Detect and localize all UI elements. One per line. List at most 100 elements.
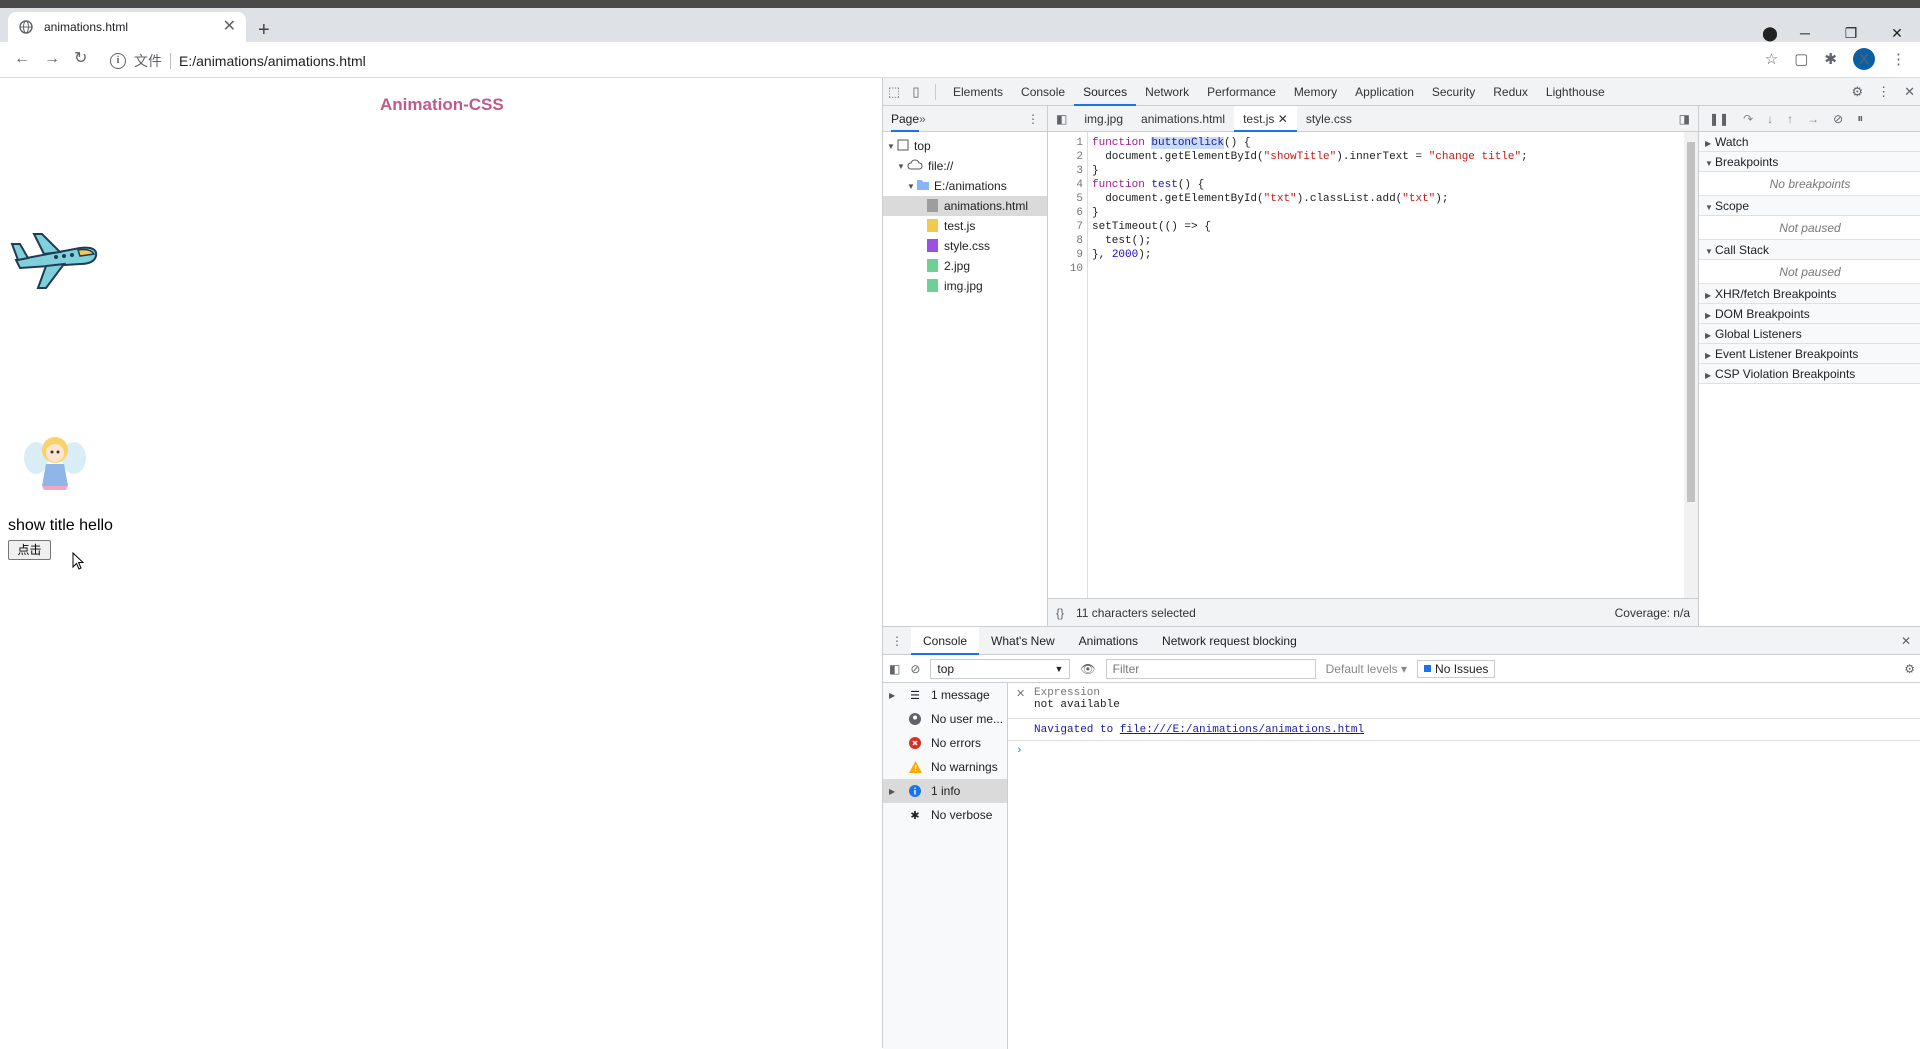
csp-violation-breakpoints-section[interactable]: ▶ CSP Violation Breakpoints: [1699, 364, 1920, 384]
tree-item-img-jpg[interactable]: img.jpg: [883, 276, 1047, 296]
drawer-tab-console[interactable]: Console: [911, 626, 980, 655]
reload-icon[interactable]: ↻: [74, 51, 87, 67]
url-text[interactable]: E:/animations/animations.html: [179, 53, 366, 69]
toggle-navigator-icon[interactable]: ◧: [1048, 112, 1075, 126]
eye-icon[interactable]: 👁: [1080, 662, 1095, 676]
watch-section[interactable]: ▶ Watch: [1699, 132, 1920, 152]
tree-item-animations-html[interactable]: animations.html: [883, 196, 1047, 216]
pause-on-exceptions-icon[interactable]: ⏸: [1857, 111, 1863, 126]
back-icon[interactable]: ←: [14, 51, 30, 67]
drawer-menu-icon[interactable]: ⋮: [883, 634, 911, 648]
tab-sources[interactable]: Sources: [1074, 78, 1137, 106]
info-icon[interactable]: i: [110, 53, 126, 69]
tree-item-2-jpg[interactable]: 2.jpg: [883, 256, 1047, 276]
remove-expression-icon[interactable]: ✕: [1016, 687, 1025, 700]
sidebar-item-errors[interactable]: No errors: [883, 731, 1007, 755]
browser-tab[interactable]: animations.html ✕: [8, 12, 246, 42]
tree-item-top[interactable]: ▼ top: [883, 136, 1047, 156]
step-into-icon[interactable]: ↓: [1767, 112, 1773, 126]
editor-tab-test-js[interactable]: test.js ✕: [1234, 105, 1297, 132]
clear-console-icon[interactable]: ⊘: [910, 662, 920, 676]
navigated-link[interactable]: file:///E:/animations/animations.html: [1120, 724, 1364, 736]
tab-security[interactable]: Security: [1423, 78, 1484, 106]
console-prompt[interactable]: ›: [1008, 741, 1920, 761]
sidebar-item-user-messages[interactable]: No user me...: [883, 707, 1007, 731]
puzzle-icon[interactable]: ✱: [1824, 50, 1837, 68]
tab-console[interactable]: Console: [1012, 78, 1074, 106]
sidebar-item-messages[interactable]: ▶ ☰ 1 message: [883, 683, 1007, 707]
global-listeners-section[interactable]: ▶ Global Listeners: [1699, 324, 1920, 344]
step-icon[interactable]: →: [1807, 112, 1819, 126]
close-editor-tab-icon[interactable]: ✕: [1278, 112, 1288, 126]
code-line: document.getElementById("showTitle").inn…: [1092, 151, 1528, 163]
xhr-breakpoints-section[interactable]: ▶ XHR/fetch Breakpoints: [1699, 284, 1920, 304]
click-button[interactable]: 点击: [8, 540, 51, 560]
star-icon[interactable]: ☆: [1765, 50, 1778, 68]
editor-tab-img-jpg[interactable]: img.jpg: [1075, 106, 1132, 132]
navigator-menu-icon[interactable]: ⋮: [1027, 112, 1039, 126]
close-tab-icon[interactable]: ✕: [223, 19, 236, 35]
step-over-icon[interactable]: ↷: [1743, 112, 1753, 126]
drawer-tab-animations[interactable]: Animations: [1067, 627, 1150, 655]
code-line: setTimeout(() => {: [1092, 221, 1211, 233]
tree-item-style-css[interactable]: style.css: [883, 236, 1047, 256]
forward-icon[interactable]: →: [44, 51, 60, 67]
menu-icon[interactable]: ⋮: [1891, 50, 1906, 68]
tab-page[interactable]: Page: [891, 106, 920, 132]
context-selector[interactable]: top ▼: [930, 658, 1071, 679]
sidebar-toggle-icon[interactable]: ◧: [889, 662, 900, 676]
pretty-print-icon[interactable]: {}: [1056, 606, 1064, 620]
gear-icon[interactable]: ⚙: [1851, 84, 1863, 100]
console-settings-icon[interactable]: ⚙: [1904, 662, 1915, 676]
sidebar-item-verbose[interactable]: ✱ No verbose: [883, 803, 1007, 827]
tab-memory[interactable]: Memory: [1285, 78, 1346, 106]
editor-scrollbar[interactable]: [1684, 132, 1698, 598]
issues-button[interactable]: No Issues: [1417, 659, 1496, 678]
breakpoints-section[interactable]: ▼ Breakpoints: [1699, 152, 1920, 172]
scope-section[interactable]: ▼ Scope: [1699, 196, 1920, 216]
editor-tab-animations-html[interactable]: animations.html: [1132, 106, 1234, 132]
toggle-debugger-icon[interactable]: ◨: [1671, 112, 1698, 126]
device-toolbar-icon[interactable]: ▯: [905, 84, 927, 100]
more-options-icon[interactable]: ⋮: [1877, 84, 1890, 100]
drawer-tab-network-blocking[interactable]: Network request blocking: [1150, 627, 1309, 655]
close-devtools-icon[interactable]: ✕: [1904, 84, 1915, 100]
deactivate-breakpoints-icon[interactable]: ⊘: [1833, 112, 1843, 126]
call-stack-section[interactable]: ▼ Call Stack: [1699, 240, 1920, 260]
sidebar-item-warnings[interactable]: No warnings: [883, 755, 1007, 779]
close-window-icon[interactable]: ✕: [1874, 25, 1920, 42]
tab-redux[interactable]: Redux: [1484, 78, 1537, 106]
tree-item-test-js[interactable]: test.js: [883, 216, 1047, 236]
drawer-tab-whats-new[interactable]: What's New: [979, 627, 1067, 655]
sidebar-item-info[interactable]: ▶ 1 info: [883, 779, 1007, 803]
omnibox[interactable]: i 文件 E:/animations/animations.html: [110, 48, 1750, 74]
extension-page-icon[interactable]: ▢: [1794, 50, 1808, 68]
tree-item-file-scheme[interactable]: ▼ file://: [883, 156, 1047, 176]
avatar[interactable]: X: [1853, 48, 1875, 70]
default-levels-dropdown[interactable]: Default levels ▾: [1326, 662, 1407, 676]
more-tabs-icon[interactable]: »: [919, 112, 926, 126]
restore-icon[interactable]: ❐: [1828, 25, 1874, 42]
tab-lighthouse[interactable]: Lighthouse: [1537, 78, 1614, 106]
pause-icon[interactable]: ❚❚: [1709, 112, 1729, 126]
editor-tab-style-css[interactable]: style.css: [1297, 106, 1361, 132]
tree-item-folder[interactable]: ▼ E:/animations: [883, 176, 1047, 196]
tab-performance[interactable]: Performance: [1198, 78, 1285, 106]
console-filter-input[interactable]: Filter: [1105, 658, 1316, 679]
new-tab-button[interactable]: +: [258, 20, 270, 40]
editor-tab-label: test.js: [1243, 111, 1275, 126]
inspect-icon[interactable]: ⬚: [883, 84, 905, 100]
dom-breakpoints-section[interactable]: ▶ DOM Breakpoints: [1699, 304, 1920, 324]
expression-label[interactable]: Expression: [1034, 687, 1913, 699]
tab-elements[interactable]: Elements: [944, 78, 1012, 106]
minimize-icon[interactable]: ─: [1782, 25, 1828, 41]
code-area[interactable]: 1 2 3 4 5 6 7 8 9 10 function buttonClic…: [1048, 132, 1683, 598]
tab-search-icon[interactable]: ⬤: [1758, 25, 1782, 42]
tab-application[interactable]: Application: [1346, 78, 1423, 106]
event-listener-breakpoints-section[interactable]: ▶ Event Listener Breakpoints: [1699, 344, 1920, 364]
close-drawer-icon[interactable]: ✕: [1891, 634, 1920, 648]
scrollbar-thumb[interactable]: [1687, 142, 1695, 502]
window-top-band: [0, 0, 1920, 8]
tab-network[interactable]: Network: [1136, 78, 1198, 106]
step-out-icon[interactable]: ↑: [1787, 112, 1793, 126]
